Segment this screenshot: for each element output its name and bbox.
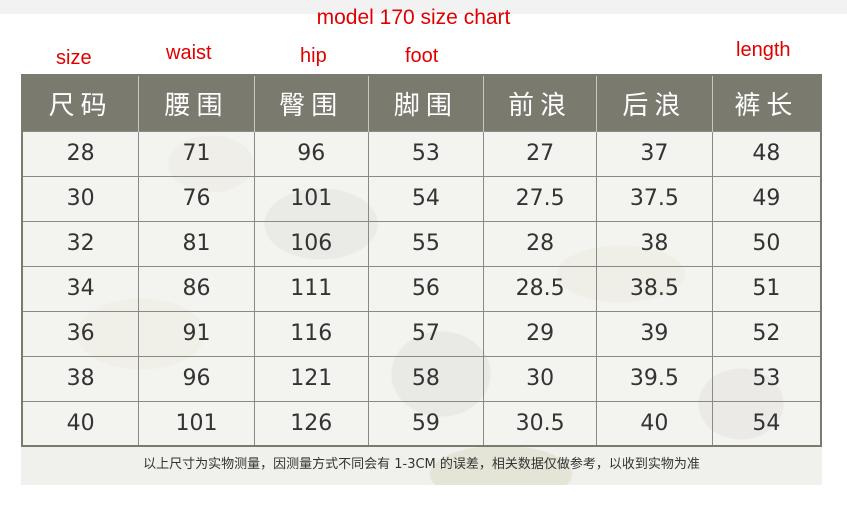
table-cell: 40 — [21, 400, 140, 447]
table-row: 38 96 121 58 30 39.5 53 — [21, 355, 822, 402]
table-cell: 55 — [367, 220, 485, 267]
measurement-note: 以上尺寸为实物测量，因测量方式不同会有 1-3CM 的误差，相关数据仅做参考，以… — [143, 457, 700, 472]
header-row: 尺码 腰围 臀围 脚围 前浪 后浪 裤长 — [22, 75, 822, 131]
table-cell: 50 — [711, 220, 822, 267]
table-cell: 126 — [253, 400, 369, 447]
table-row: 30 76 101 54 27.5 37.5 49 — [21, 175, 822, 222]
label-waist: waist — [166, 42, 212, 64]
table-cell: 39.5 — [596, 355, 713, 402]
table-cell: 91 — [138, 310, 255, 357]
table-cell: 38.5 — [596, 265, 713, 312]
table-cell: 86 — [138, 265, 255, 312]
title-text: model 170 size chart — [316, 6, 511, 29]
table-cell: 58 — [367, 355, 485, 402]
table-cell: 38 — [21, 355, 140, 402]
label-size: size — [56, 47, 92, 69]
header-cell: 尺码 — [22, 75, 140, 131]
table-cell: 30 — [483, 355, 598, 402]
table-cell: 40 — [596, 400, 713, 447]
table-row: 36 91 116 57 29 39 52 — [21, 310, 822, 357]
table-cell: 30.5 — [483, 400, 598, 447]
header-cell: 裤长 — [712, 75, 822, 131]
table-cell: 32 — [21, 220, 140, 267]
header-cell: 脚围 — [368, 75, 485, 131]
table-cell: 106 — [253, 220, 369, 267]
table-cell: 37.5 — [596, 175, 713, 222]
table-cell: 96 — [138, 355, 255, 402]
label-length: length — [736, 39, 791, 61]
table-cell: 57 — [367, 310, 485, 357]
table-cell: 49 — [711, 175, 822, 222]
header-cell: 臀围 — [254, 75, 369, 131]
table-cell: 96 — [253, 130, 369, 177]
table-cell: 56 — [367, 265, 485, 312]
table-cell: 59 — [367, 400, 485, 447]
table-cell: 36 — [21, 310, 140, 357]
table-cell: 38 — [596, 220, 713, 267]
table-cell: 48 — [711, 130, 822, 177]
chart-title: model 170 size chart — [0, 6, 847, 30]
table-row: 40 101 126 59 30.5 40 54 — [21, 400, 822, 447]
table-cell: 81 — [138, 220, 255, 267]
table-cell: 101 — [253, 175, 369, 222]
table-cell: 30 — [21, 175, 140, 222]
table-row: 32 81 106 55 28 38 50 — [21, 220, 822, 267]
table-cell: 52 — [711, 310, 822, 357]
table-cell: 28 — [483, 220, 598, 267]
table-row: 28 71 96 53 27 37 48 — [21, 130, 822, 177]
table-cell: 39 — [596, 310, 713, 357]
table-cell: 76 — [138, 175, 255, 222]
table-cell: 34 — [21, 265, 140, 312]
table-cell: 116 — [253, 310, 369, 357]
size-table: 尺码 腰围 臀围 脚围 前浪 后浪 裤长 28 71 96 53 27 37 48 30 76 101 54 27… — [21, 74, 822, 447]
table-cell: 28.5 — [483, 265, 598, 312]
table-cell: 111 — [253, 265, 369, 312]
table-cell: 101 — [138, 400, 255, 447]
table-row: 34 86 111 56 28.5 38.5 51 — [21, 265, 822, 312]
table-cell: 51 — [711, 265, 822, 312]
table-cell: 28 — [21, 130, 140, 177]
table-cell: 27 — [483, 130, 598, 177]
table-cell: 54 — [367, 175, 485, 222]
table-cell: 54 — [711, 400, 822, 447]
table-cell: 29 — [483, 310, 598, 357]
table-cell: 37 — [596, 130, 713, 177]
header-cell: 腰围 — [138, 75, 255, 131]
table-cell: 53 — [711, 355, 822, 402]
header-cell: 后浪 — [596, 75, 713, 131]
table-cell: 27.5 — [483, 175, 598, 222]
table-cell: 121 — [253, 355, 369, 402]
table-cell: 71 — [138, 130, 255, 177]
header-cell: 前浪 — [483, 75, 598, 131]
table-cell: 53 — [367, 130, 485, 177]
label-foot: foot — [405, 45, 439, 67]
label-hip: hip — [300, 45, 327, 67]
